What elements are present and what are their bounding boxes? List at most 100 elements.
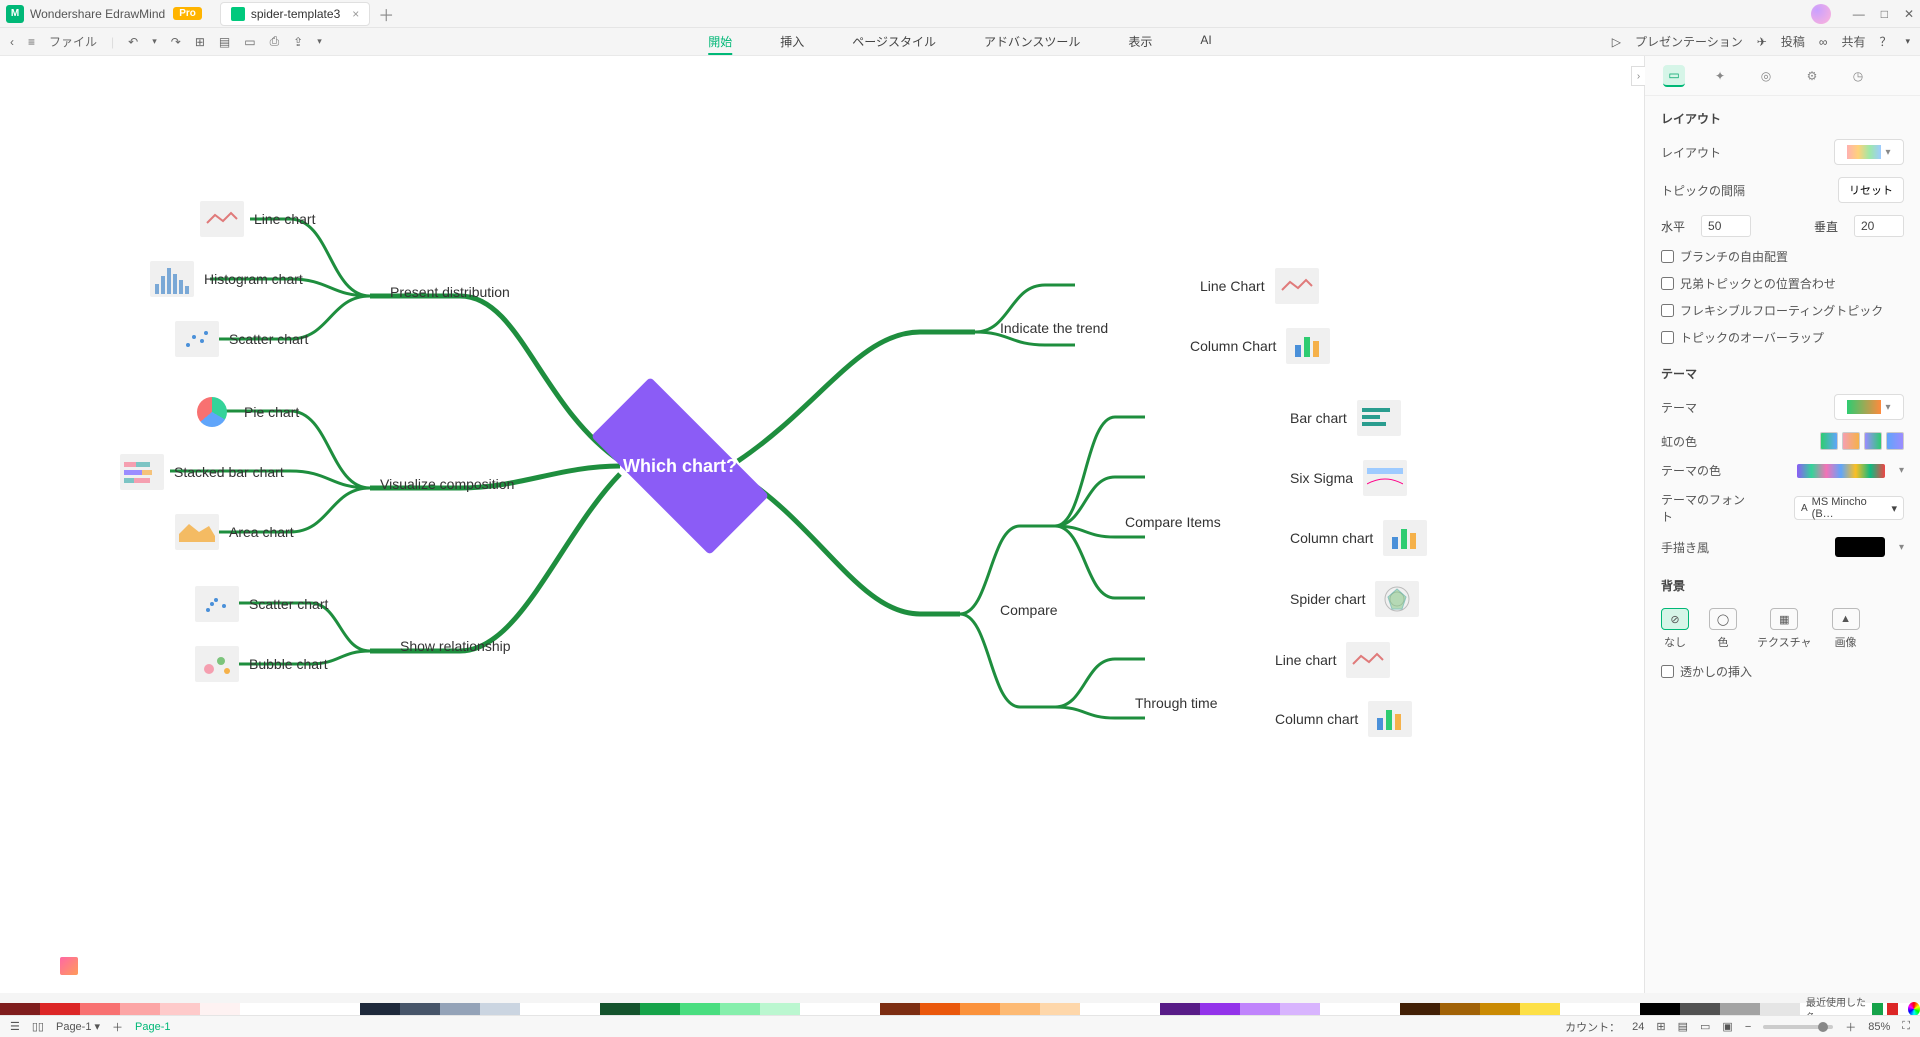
leaf-column-chart-3[interactable]: Column chart xyxy=(1275,701,1412,737)
folder-icon[interactable]: ▭ xyxy=(244,35,255,49)
presentation-label[interactable]: プレゼンテーション xyxy=(1635,33,1743,50)
redo-icon[interactable]: ↷ xyxy=(171,35,181,49)
branch-indicate-trend[interactable]: Indicate the trend xyxy=(1000,320,1108,336)
theme-color-picker[interactable] xyxy=(1797,464,1885,478)
branch-through-time[interactable]: Through time xyxy=(1135,695,1217,711)
ruler-icon[interactable]: ▭ xyxy=(1700,1020,1710,1033)
collapse-panel-icon[interactable]: › xyxy=(1631,66,1645,86)
fit-icon[interactable]: ▣ xyxy=(1722,1020,1732,1033)
page-selector[interactable]: Page-1 ▾ xyxy=(56,1020,100,1033)
bg-texture-option[interactable]: ▦テクスチャ xyxy=(1757,608,1812,650)
leaf-six-sigma[interactable]: Six Sigma xyxy=(1290,460,1407,496)
color-wheel-icon[interactable] xyxy=(1908,1002,1920,1016)
branch-compare[interactable]: Compare xyxy=(1000,602,1058,618)
canvas[interactable]: Which chart? Present distribution Visual… xyxy=(0,56,1644,993)
zoom-in-icon[interactable]: ＋ xyxy=(1845,1019,1856,1035)
leaf-line-chart[interactable]: Line chart xyxy=(200,201,315,237)
outline-view-icon[interactable]: ☰ xyxy=(10,1020,20,1033)
bg-none-option[interactable]: ⊘なし xyxy=(1661,608,1689,650)
close-tab-icon[interactable]: × xyxy=(352,7,359,21)
branch-compare-items[interactable]: Compare Items xyxy=(1125,514,1221,530)
leaf-column-chart-r[interactable]: Column Chart xyxy=(1190,328,1330,364)
watermark-checkbox[interactable]: 透かしの挿入 xyxy=(1645,658,1920,685)
layout-picker[interactable]: ▾ xyxy=(1834,139,1904,165)
menu-view[interactable]: 表示 xyxy=(1128,33,1152,55)
menu-insert[interactable]: 挿入 xyxy=(780,33,804,55)
user-avatar[interactable] xyxy=(1811,4,1831,24)
print-icon[interactable]: ⎙ xyxy=(270,34,280,49)
undo-dropdown-icon[interactable]: ▾ xyxy=(152,36,157,47)
reset-button[interactable]: リセット xyxy=(1838,177,1904,203)
leaf-line-chart-r[interactable]: Line Chart xyxy=(1200,268,1319,304)
tab-time-icon[interactable]: ◷ xyxy=(1847,65,1869,87)
leaf-bar-chart[interactable]: Bar chart xyxy=(1290,400,1401,436)
menu-pagestyle[interactable]: ページスタイル xyxy=(852,33,936,55)
leaf-histogram-chart[interactable]: Histogram chart xyxy=(150,261,303,297)
flex-float-checkbox[interactable]: フレキシブルフローティングトピック xyxy=(1645,297,1920,324)
topic-gap-label: トピックの間隔 xyxy=(1661,182,1751,199)
color-palette-bar[interactable]: 最近使用した色 xyxy=(0,1003,1920,1015)
leaf-line-chart-3[interactable]: Line chart xyxy=(1275,642,1390,678)
tab-layout-icon[interactable]: ▭ xyxy=(1663,65,1685,87)
split-view-icon[interactable]: ▯▯ xyxy=(32,1020,44,1033)
save-icon[interactable]: ▤ xyxy=(219,35,230,49)
leaf-bubble-chart[interactable]: Bubble chart xyxy=(195,646,328,682)
close-window-icon[interactable]: ✕ xyxy=(1904,7,1914,21)
export-dropdown-icon[interactable]: ▾ xyxy=(317,36,322,47)
new-tab-button[interactable]: ＋ xyxy=(378,2,394,26)
zoom-out-icon[interactable]: − xyxy=(1745,1021,1751,1033)
post-icon[interactable]: ✈ xyxy=(1757,35,1767,49)
back-icon[interactable]: ‹ xyxy=(10,35,14,49)
presentation-icon[interactable]: ▷ xyxy=(1612,35,1621,49)
bg-image-option[interactable]: ▲画像 xyxy=(1832,608,1860,650)
tab-style-icon[interactable]: ✦ xyxy=(1709,65,1731,87)
help-dropdown-icon[interactable]: ▾ xyxy=(1905,36,1910,47)
share-label[interactable]: 共有 xyxy=(1841,33,1865,50)
theme-font-picker[interactable]: AMS Mincho (B…▾ xyxy=(1794,496,1904,520)
minimize-icon[interactable]: — xyxy=(1853,7,1865,21)
maximize-icon[interactable]: □ xyxy=(1881,7,1888,21)
layers-icon[interactable]: ▤ xyxy=(1678,1020,1688,1033)
leaf-area-chart[interactable]: Area chart xyxy=(175,514,294,550)
page-tab[interactable]: Page-1 xyxy=(135,1021,170,1033)
menu-icon[interactable]: ≡ xyxy=(28,35,35,49)
leaf-column-chart-2[interactable]: Column chart xyxy=(1290,520,1427,556)
grid-icon[interactable]: ⊞ xyxy=(1656,1020,1665,1033)
leaf-pie-chart[interactable]: Pie chart xyxy=(190,394,299,430)
menu-ai[interactable]: AI xyxy=(1200,33,1211,55)
rainbow-swatches[interactable] xyxy=(1820,432,1904,450)
export-icon[interactable]: ⇪ xyxy=(293,35,303,49)
branch-present-distribution[interactable]: Present distribution xyxy=(390,284,510,300)
new-doc-icon[interactable]: ⊞ xyxy=(195,35,205,49)
hand-drawn-picker[interactable] xyxy=(1835,537,1885,557)
center-topic[interactable]: Which chart? xyxy=(560,406,800,526)
post-label[interactable]: 投稿 xyxy=(1781,33,1805,50)
leaf-scatter-chart-2[interactable]: Scatter chart xyxy=(195,586,328,622)
bg-color-option[interactable]: ◯色 xyxy=(1709,608,1737,650)
vert-input[interactable]: 20 xyxy=(1854,215,1904,237)
tab-settings-icon[interactable]: ⚙ xyxy=(1801,65,1823,87)
menu-advanced[interactable]: アドバンスツール xyxy=(984,33,1080,55)
file-menu[interactable]: ファイル xyxy=(49,33,97,50)
horiz-input[interactable]: 50 xyxy=(1701,215,1751,237)
overlap-checkbox[interactable]: トピックのオーバーラップ xyxy=(1645,324,1920,351)
theme-label: テーマ xyxy=(1661,399,1751,416)
free-branch-checkbox[interactable]: ブランチの自由配置 xyxy=(1645,243,1920,270)
menu-start[interactable]: 開始 xyxy=(708,33,732,55)
add-page-icon[interactable]: ＋ xyxy=(112,1019,123,1035)
theme-picker[interactable]: ▾ xyxy=(1834,394,1904,420)
share-icon[interactable]: ∞ xyxy=(1819,35,1828,49)
zoom-slider[interactable] xyxy=(1763,1025,1833,1029)
tab-marker-icon[interactable]: ◎ xyxy=(1755,65,1777,87)
watermark-logo-icon xyxy=(60,957,78,975)
help-icon[interactable]: ？ xyxy=(1879,33,1891,50)
branch-show-relationship[interactable]: Show relationship xyxy=(400,638,511,654)
document-tab[interactable]: spider-template3 × xyxy=(220,2,370,26)
leaf-stacked-bar[interactable]: Stacked bar chart xyxy=(120,454,284,490)
branch-visualize-composition[interactable]: Visualize composition xyxy=(380,476,514,492)
undo-icon[interactable]: ↶ xyxy=(128,35,138,49)
sibling-align-checkbox[interactable]: 兄弟トピックとの位置合わせ xyxy=(1645,270,1920,297)
leaf-scatter-chart[interactable]: Scatter chart xyxy=(175,321,308,357)
leaf-spider-chart[interactable]: Spider chart xyxy=(1290,581,1419,617)
fullscreen-icon[interactable]: ⛶ xyxy=(1902,1020,1910,1033)
